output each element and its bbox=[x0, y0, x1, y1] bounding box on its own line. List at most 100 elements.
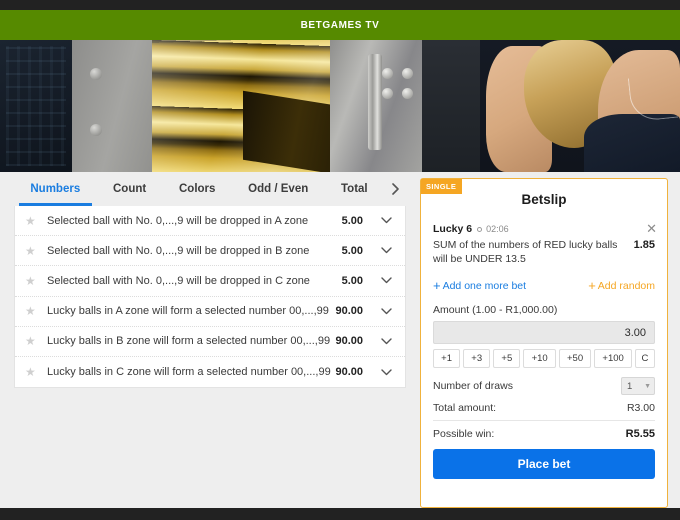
banner-background-wall bbox=[422, 40, 480, 172]
brand-title: BETGAMES TV bbox=[300, 19, 380, 31]
chevron-down-icon[interactable] bbox=[379, 307, 393, 315]
bet-label: Selected ball with No. 0,...,9 will be d… bbox=[47, 244, 310, 257]
bet-odds: 5.00 bbox=[341, 214, 363, 227]
amount-value: 3.00 bbox=[624, 326, 646, 339]
number-of-draws-select[interactable]: 1 ▼ bbox=[621, 377, 655, 396]
bet-markets-list: ★ Selected ball with No. 0,...,9 will be… bbox=[14, 206, 406, 389]
bet-odds: 90.00 bbox=[335, 366, 363, 379]
selection-body: SUM of the numbers of RED lucky balls wi… bbox=[433, 238, 655, 266]
possible-win-row: Possible win: R5.55 bbox=[433, 428, 655, 440]
tab-total[interactable]: Total bbox=[325, 172, 384, 206]
vault-bolt bbox=[382, 88, 393, 99]
tab-label: Colors bbox=[178, 183, 216, 195]
number-of-draws-label: Number of draws bbox=[433, 380, 513, 393]
vault-hinge bbox=[368, 54, 382, 150]
bet-label: Selected ball with No. 0,...,9 will be d… bbox=[47, 274, 310, 287]
amount-chip-clear[interactable]: C bbox=[634, 349, 655, 369]
star-icon[interactable]: ★ bbox=[25, 245, 47, 257]
add-one-more-bet-button[interactable]: + Add one more bet bbox=[433, 279, 526, 292]
chevron-down-icon[interactable] bbox=[379, 368, 393, 376]
star-icon[interactable]: ★ bbox=[25, 215, 47, 227]
close-icon[interactable]: ✕ bbox=[646, 222, 657, 235]
amount-chip-plus-1[interactable]: +1 bbox=[433, 349, 461, 369]
chevron-down-icon[interactable] bbox=[379, 277, 393, 284]
tab-label: Total bbox=[341, 183, 368, 195]
selection-game-name: Lucky 6 bbox=[433, 223, 473, 235]
plus-icon: + bbox=[588, 278, 596, 294]
presenter-dress bbox=[584, 114, 680, 172]
add-one-more-bet-label: Add one more bet bbox=[442, 279, 527, 292]
bets-column: Numbers Count Colors Odd / Even Total ★ … bbox=[0, 172, 420, 508]
amount-chip-plus-3[interactable]: +3 bbox=[463, 349, 491, 369]
page-body: Numbers Count Colors Odd / Even Total ★ … bbox=[0, 172, 680, 508]
page-title: Betslip bbox=[521, 192, 567, 207]
table-row[interactable]: ★ Lucky balls in B zone will form a sele… bbox=[15, 327, 405, 357]
brand-header: BETGAMES TV bbox=[0, 10, 680, 40]
total-amount-value: R3.00 bbox=[626, 402, 655, 415]
browser-chrome-bottom bbox=[0, 508, 680, 520]
tab-count[interactable]: Count bbox=[97, 172, 163, 206]
chevron-down-icon[interactable] bbox=[379, 217, 393, 224]
bet-label: Lucky balls in B zone will form a select… bbox=[47, 335, 331, 348]
betgames-page: BETGAMES TV Numbers Count Colors Odd / E… bbox=[0, 0, 680, 520]
number-of-draws-row: Number of draws 1 ▼ bbox=[433, 377, 655, 396]
bet-category-tabs: Numbers Count Colors Odd / Even Total bbox=[0, 172, 420, 206]
amount-input[interactable]: 3.00 bbox=[433, 321, 655, 345]
star-icon[interactable]: ★ bbox=[25, 305, 47, 317]
star-icon[interactable]: ★ bbox=[25, 275, 47, 287]
tab-numbers[interactable]: Numbers bbox=[14, 172, 97, 206]
banner-screen bbox=[0, 40, 72, 172]
place-bet-button[interactable]: Place bet bbox=[433, 449, 655, 480]
amount-chip-plus-10[interactable]: +10 bbox=[523, 349, 556, 369]
bet-odds: 5.00 bbox=[341, 274, 363, 287]
plus-icon: + bbox=[433, 278, 441, 294]
table-row[interactable]: ★ Selected ball with No. 0,...,9 will be… bbox=[15, 266, 405, 297]
chevron-down-icon: ▼ bbox=[644, 382, 651, 390]
chevron-down-icon[interactable] bbox=[379, 338, 393, 345]
vault-bolt bbox=[402, 88, 413, 99]
selection-description: SUM of the numbers of RED lucky balls wi… bbox=[433, 239, 618, 266]
tab-label: Count bbox=[113, 183, 147, 195]
add-random-label: Add random bbox=[597, 279, 655, 292]
status-badge: SINGLE bbox=[421, 179, 463, 194]
bet-label: Lucky balls in C zone will form a select… bbox=[47, 366, 331, 379]
betslip-add-actions: + Add one more bet + Add random bbox=[433, 279, 655, 292]
amount-quick-buttons: +1 +3 +5 +10 +50 +100 C bbox=[433, 349, 655, 369]
table-row[interactable]: ★ Selected ball with No. 0,...,9 will be… bbox=[15, 236, 405, 267]
betslip-column: SINGLE Betslip Lucky 6 02:06 ✕ SUM of th… bbox=[420, 172, 680, 508]
browser-chrome-top bbox=[0, 0, 680, 10]
bet-label: Lucky balls in A zone will form a select… bbox=[47, 305, 329, 318]
clock-icon bbox=[477, 226, 483, 232]
bet-label: Selected ball with No. 0,...,9 will be d… bbox=[47, 214, 309, 227]
amount-chip-plus-50[interactable]: +50 bbox=[558, 349, 592, 369]
bet-odds: 5.00 bbox=[341, 244, 363, 257]
banner-presenter bbox=[480, 40, 680, 172]
tab-label: Odd / Even bbox=[248, 183, 309, 195]
chevron-down-icon[interactable] bbox=[379, 247, 393, 254]
tab-label: Numbers bbox=[30, 183, 81, 195]
possible-win-value: R5.55 bbox=[625, 428, 655, 441]
amount-chip-plus-100[interactable]: +100 bbox=[594, 349, 632, 369]
betslip-selection: Lucky 6 02:06 ✕ SUM of the numbers of RE… bbox=[433, 222, 657, 266]
star-icon[interactable]: ★ bbox=[25, 335, 47, 347]
game-banner bbox=[0, 40, 680, 172]
tab-colors[interactable]: Colors bbox=[163, 172, 232, 206]
bet-odds: 90.00 bbox=[335, 305, 363, 318]
possible-win-label: Possible win: bbox=[433, 428, 495, 441]
table-row[interactable]: ★ Lucky balls in A zone will form a sele… bbox=[15, 297, 405, 327]
table-row[interactable]: ★ Selected ball with No. 0,...,9 will be… bbox=[15, 206, 405, 237]
amount-label: Amount (1.00 - R1,000.00) bbox=[433, 304, 558, 317]
selection-header: Lucky 6 02:06 ✕ bbox=[433, 222, 657, 235]
chevron-right-icon[interactable] bbox=[384, 172, 406, 206]
tab-odd-even[interactable]: Odd / Even bbox=[232, 172, 325, 206]
table-row[interactable]: ★ Lucky balls in C zone will form a sele… bbox=[15, 357, 405, 387]
add-random-button[interactable]: + Add random bbox=[588, 279, 655, 292]
star-icon[interactable]: ★ bbox=[25, 366, 47, 378]
number-of-draws-value: 1 bbox=[627, 380, 633, 392]
vault-bolt bbox=[402, 68, 413, 79]
amount-chip-plus-5[interactable]: +5 bbox=[493, 349, 521, 369]
banner-vault-mechanism bbox=[330, 40, 422, 172]
total-amount-label: Total amount: bbox=[433, 402, 497, 415]
selection-countdown: 02:06 bbox=[486, 224, 509, 234]
banner-artwork bbox=[0, 40, 680, 172]
